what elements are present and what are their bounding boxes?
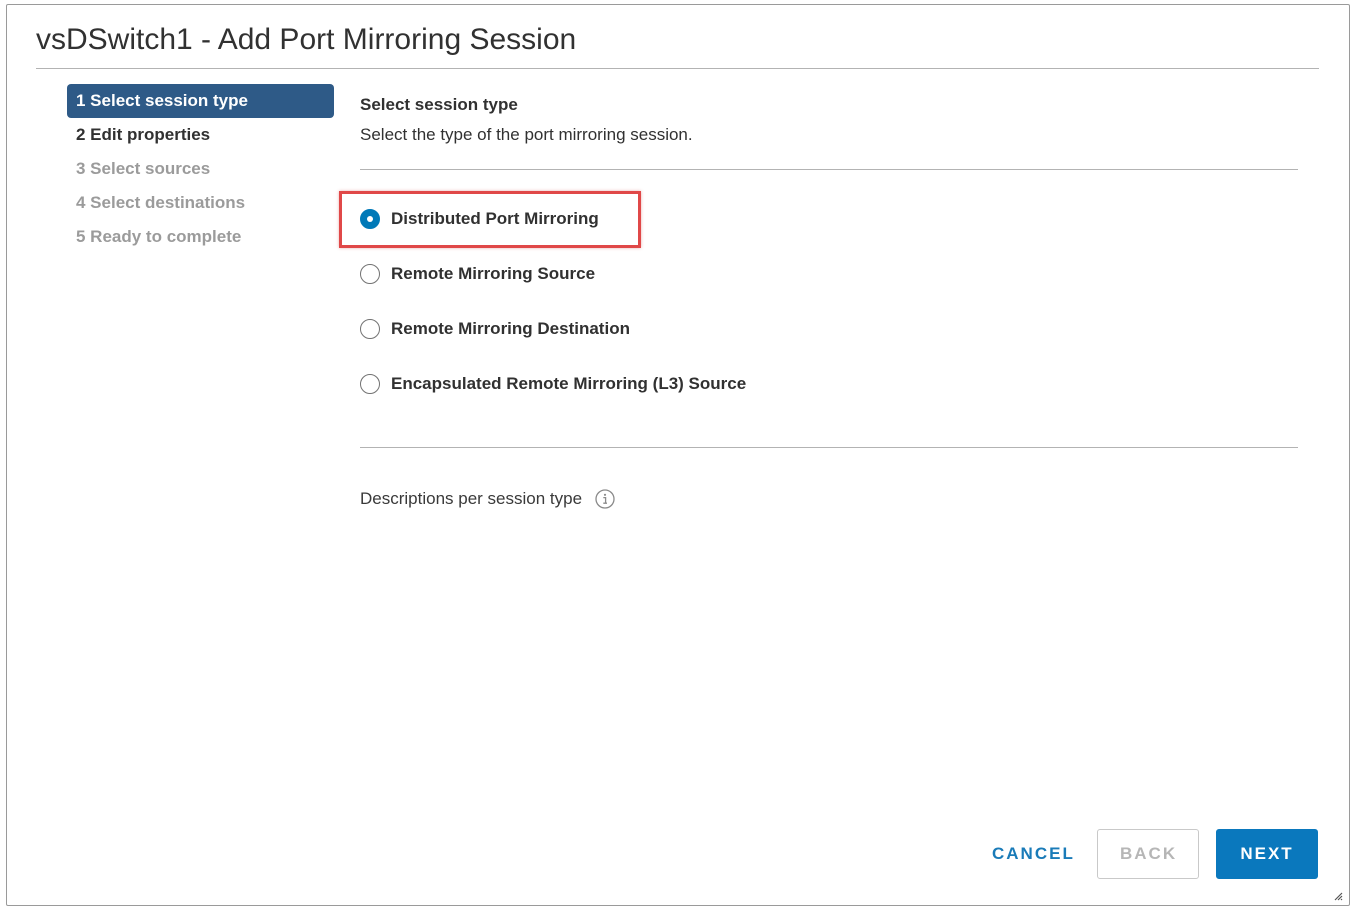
dialog-title: vsDSwitch1 - Add Port Mirroring Session bbox=[36, 23, 577, 56]
step-select-session-type[interactable]: 1 Select session type bbox=[67, 84, 334, 118]
wizard-footer: CANCEL BACK NEXT bbox=[969, 829, 1318, 879]
wizard-dialog: vsDSwitch1 - Add Port Mirroring Session … bbox=[6, 4, 1350, 906]
option-label: Remote Mirroring Source bbox=[391, 264, 596, 283]
descriptions-label: Descriptions per session type bbox=[360, 489, 583, 508]
option-encapsulated-remote-mirroring[interactable]: Encapsulated Remote Mirroring (L3) Sourc… bbox=[360, 370, 746, 398]
cancel-button[interactable]: CANCEL bbox=[969, 829, 1079, 879]
step-ready-to-complete: 5 Ready to complete bbox=[76, 227, 242, 246]
title-divider bbox=[36, 68, 1319, 69]
option-label: Remote Mirroring Destination bbox=[391, 319, 630, 338]
section-heading: Select session type bbox=[360, 95, 518, 114]
radio-button[interactable] bbox=[360, 319, 380, 339]
step-select-sources: 3 Select sources bbox=[76, 159, 211, 178]
radio-button[interactable] bbox=[360, 374, 380, 394]
wizard-steps-nav: 1 Select session type 2 Edit properties … bbox=[67, 84, 334, 254]
back-button: BACK bbox=[1097, 829, 1199, 879]
option-distributed-port-mirroring[interactable]: Distributed Port Mirroring bbox=[360, 205, 599, 233]
section-description: Select the type of the port mirroring se… bbox=[360, 125, 693, 144]
step-content: Select session type Select the type of t… bbox=[339, 93, 1298, 512]
descriptions-row: Descriptions per session type bbox=[360, 486, 1298, 512]
option-label: Encapsulated Remote Mirroring (L3) Sourc… bbox=[391, 374, 747, 393]
content-divider-bottom bbox=[360, 447, 1298, 448]
step-edit-properties[interactable]: 2 Edit properties bbox=[67, 118, 334, 152]
resize-grip-icon[interactable] bbox=[1333, 891, 1343, 901]
radio-button[interactable] bbox=[360, 264, 380, 284]
radio-button-checked[interactable] bbox=[360, 209, 380, 229]
next-button[interactable]: NEXT bbox=[1216, 829, 1318, 879]
session-type-radio-group: Distributed Port Mirroring Remote Mirror… bbox=[339, 170, 1298, 447]
option-label: Distributed Port Mirroring bbox=[391, 209, 599, 228]
info-circle-icon[interactable] bbox=[595, 489, 615, 509]
option-remote-mirroring-destination[interactable]: Remote Mirroring Destination bbox=[360, 315, 630, 343]
option-remote-mirroring-source[interactable]: Remote Mirroring Source bbox=[360, 260, 595, 288]
step-select-destinations: 4 Select destinations bbox=[76, 193, 246, 212]
